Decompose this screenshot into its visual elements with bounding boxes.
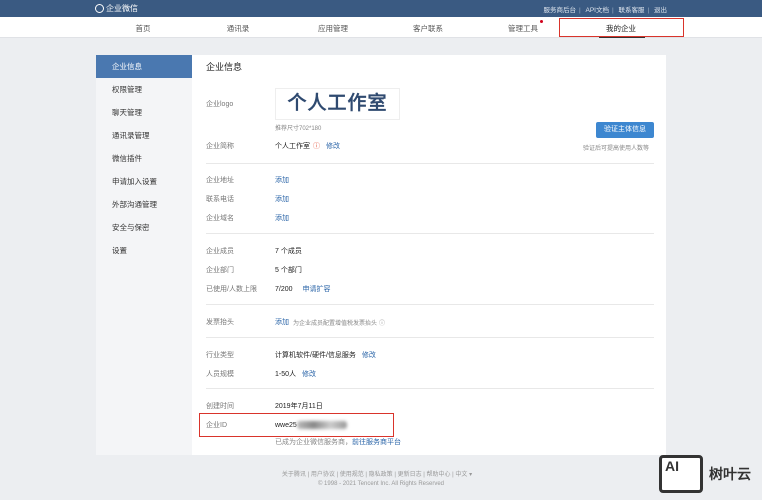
members-count: 7 个成员: [275, 248, 302, 255]
created-label: 创建时间: [206, 403, 234, 410]
footer-changelog[interactable]: 更新日志: [398, 472, 422, 478]
enterprise-logo[interactable]: 个人工作室: [275, 88, 400, 120]
link-provider-admin[interactable]: 服务商后台: [543, 7, 576, 14]
invoice-label: 发票抬头: [206, 319, 234, 326]
industry-label: 行业类型: [206, 352, 234, 359]
sidebar-item-join[interactable]: 申请加入设置: [96, 170, 192, 193]
modify-scale[interactable]: 修改: [302, 369, 316, 379]
depts-count: 5 个部门: [275, 267, 302, 274]
add-phone[interactable]: 添加: [275, 194, 289, 204]
depts-label: 企业部门: [206, 267, 234, 274]
sidebar-item-security[interactable]: 安全与保密: [96, 216, 192, 239]
footer-help[interactable]: 帮助中心: [427, 472, 451, 478]
scale-label: 人员规模: [206, 371, 234, 378]
page-title: 企业信息: [206, 62, 243, 72]
sidebar-item-permissions[interactable]: 权限管理: [96, 78, 192, 101]
language-select[interactable]: 中文 ▾: [455, 472, 472, 478]
add-address[interactable]: 添加: [275, 175, 289, 185]
watermark-logo: AI: [659, 455, 703, 493]
modify-short-name[interactable]: 修改: [326, 141, 340, 151]
nav-apps[interactable]: 应用管理: [318, 23, 348, 34]
brand-logo[interactable]: 企业微信: [95, 3, 138, 14]
info-icon[interactable]: ⓘ: [379, 318, 385, 327]
verify-hint: 验证后可提高使用人数等: [583, 146, 650, 152]
nav-home[interactable]: 首页: [136, 23, 151, 34]
phone-label: 联系电话: [206, 196, 234, 203]
sidebar-item-contacts[interactable]: 通讯录管理: [96, 124, 192, 147]
provider-link[interactable]: 前往服务商平台: [352, 437, 401, 447]
address-label: 企业地址: [206, 177, 234, 184]
add-invoice[interactable]: 添加: [275, 317, 289, 327]
sidebar-item-info[interactable]: 企业信息: [96, 55, 192, 78]
wecom-logo-icon: [95, 4, 104, 13]
sidebar-item-wechat-plugin[interactable]: 微信插件: [96, 147, 192, 170]
nav-tools[interactable]: 管理工具: [508, 23, 538, 34]
sidebar-item-external[interactable]: 外部沟通管理: [96, 193, 192, 216]
short-name-label: 企业简称: [206, 143, 234, 150]
watermark-text: 树叶云: [709, 466, 751, 482]
created-date: 2019年7月11日: [275, 403, 323, 410]
scale: 1-50人: [275, 371, 297, 378]
expand-link[interactable]: 申请扩容: [303, 284, 331, 294]
help-icon[interactable]: ⓘ: [313, 141, 320, 151]
sidebar-item-chat[interactable]: 聊天管理: [96, 101, 192, 124]
link-logout[interactable]: 退出: [654, 7, 667, 14]
highlight-box-id: [199, 413, 394, 437]
modify-industry[interactable]: 修改: [362, 350, 376, 360]
logo-label: 企业logo: [206, 101, 234, 108]
verify-button[interactable]: 验证主体信息: [596, 122, 654, 138]
main-panel: 企业信息 企业logo 个人工作室 推荐尺寸702*180 验证主体信息 验证后…: [192, 55, 666, 455]
logo-hint: 推荐尺寸702*180: [275, 126, 322, 132]
sidebar-item-settings[interactable]: 设置: [96, 239, 192, 262]
footer-privacy[interactable]: 隐私政策: [369, 472, 393, 478]
footer-links: 关于腾讯 | 用户协议 | 使用规范 | 隐私政策 | 更新日志 | 帮助中心 …: [281, 472, 473, 478]
industry: 计算机软件/硬件/信息服务: [275, 352, 356, 359]
nav-customers[interactable]: 客户联系: [413, 23, 443, 34]
top-links: 服务商后台 | API文档 | 联系客服 | 退出: [543, 7, 667, 14]
copyright: © 1998 - 2021 Tencent Inc. All Rights Re…: [317, 481, 445, 487]
short-name: 个人工作室: [275, 143, 310, 150]
limit-label: 已使用/人数上限: [206, 286, 257, 293]
provider-note: 已成为企业微信服务商，: [275, 439, 352, 446]
invoice-hint: 为企业成员配置增值税发票抬头: [293, 320, 378, 327]
member-limit: 7/200: [275, 285, 293, 293]
top-bar: 企业微信 服务商后台 | API文档 | 联系客服 | 退出: [0, 0, 762, 17]
footer-rules[interactable]: 使用规范: [340, 472, 364, 478]
watermark: AI 树叶云: [659, 455, 751, 493]
link-support[interactable]: 联系客服: [618, 7, 644, 14]
notification-dot: [540, 20, 543, 23]
footer-terms[interactable]: 用户协议: [311, 472, 335, 478]
members-label: 企业成员: [206, 248, 234, 255]
add-domain[interactable]: 添加: [275, 213, 289, 223]
domain-label: 企业域名: [206, 215, 234, 222]
sidebar: 企业信息 权限管理 聊天管理 通讯录管理 微信插件 申请加入设置 外部沟通管理 …: [96, 55, 192, 455]
link-api-docs[interactable]: API文档: [585, 7, 608, 14]
nav-contacts[interactable]: 通讯录: [227, 23, 250, 34]
footer-about[interactable]: 关于腾讯: [282, 472, 306, 478]
highlight-box: [559, 18, 684, 37]
